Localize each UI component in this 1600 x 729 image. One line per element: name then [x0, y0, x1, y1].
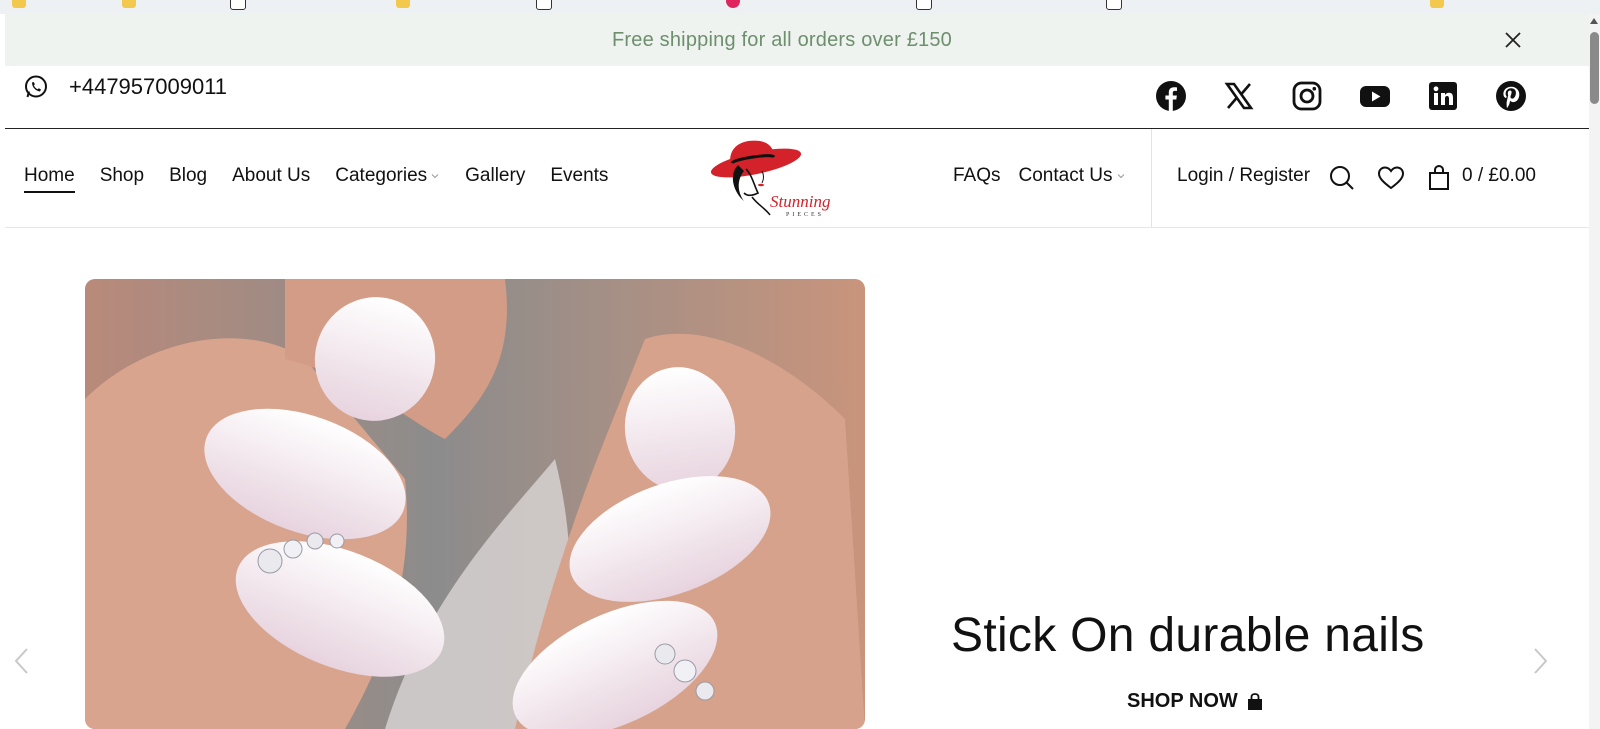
- facebook-icon[interactable]: [1155, 80, 1187, 112]
- bookmark-folder-icon[interactable]: [396, 0, 410, 8]
- nav-divider: [1151, 129, 1152, 227]
- x-icon[interactable]: [1223, 80, 1255, 112]
- scrollbar-thumb[interactable]: [1590, 32, 1599, 104]
- nav-left-menu: Home Shop Blog About Us Categories Galle…: [24, 165, 608, 193]
- chevron-down-icon: [431, 174, 439, 179]
- bookmark-page-icon[interactable]: [230, 0, 246, 10]
- shopping-bag-icon: [1247, 692, 1262, 710]
- login-register-link[interactable]: Login / Register: [1177, 165, 1310, 187]
- web-page: Free shipping for all orders over £150 +…: [5, 14, 1589, 729]
- hero-image[interactable]: [85, 279, 865, 729]
- slider-prev-arrow-icon[interactable]: [11, 646, 33, 676]
- slider-next-arrow-icon[interactable]: [1529, 646, 1551, 676]
- announcement-bar: Free shipping for all orders over £150: [5, 14, 1589, 66]
- hero-title: Stick On durable nails: [951, 609, 1425, 662]
- search-icon[interactable]: [1328, 164, 1356, 192]
- nav-item-events[interactable]: Events: [550, 165, 608, 187]
- chevron-down-icon: [1117, 174, 1124, 179]
- page-scrollbar[interactable]: [1589, 14, 1600, 729]
- cart-total[interactable]: 0 / £0.00: [1462, 165, 1536, 187]
- shop-now-button[interactable]: SHOP NOW: [1127, 690, 1264, 713]
- main-navigation: Home Shop Blog About Us Categories Galle…: [5, 129, 1589, 228]
- scroll-up-icon[interactable]: [1590, 18, 1598, 24]
- nav-label: Shop: [99, 165, 145, 186]
- instagram-icon[interactable]: [1291, 80, 1323, 112]
- logo-text: Stunning: [770, 192, 830, 211]
- nav-item-home[interactable]: Home: [24, 165, 75, 193]
- logo-subtext: PIECES: [786, 212, 824, 218]
- nav-label: FAQs: [953, 165, 1001, 186]
- site-logo[interactable]: Stunning PIECES: [708, 135, 848, 219]
- nav-label: Home: [24, 165, 75, 186]
- nav-item-about-us[interactable]: About Us: [232, 165, 310, 187]
- wishlist-heart-icon[interactable]: [1377, 164, 1405, 192]
- nav-label: Gallery: [465, 165, 526, 186]
- nav-label: Events: [550, 165, 609, 186]
- contact-bar: +447957009011: [5, 66, 1589, 129]
- nav-item-blog[interactable]: Blog: [169, 165, 207, 187]
- bookmark-folder-icon[interactable]: [122, 0, 136, 8]
- nav-item-shop[interactable]: Shop: [100, 165, 144, 187]
- phone-contact[interactable]: +447957009011: [23, 74, 227, 100]
- bookmark-page-icon[interactable]: [916, 0, 932, 10]
- bookmarks-bar: [0, 0, 1600, 14]
- nav-item-gallery[interactable]: Gallery: [465, 165, 525, 187]
- nav-label: Blog: [169, 165, 208, 186]
- social-links: [1155, 80, 1527, 112]
- nav-label: Contact Us: [1018, 165, 1113, 186]
- nav-item-contact-us[interactable]: Contact Us: [1019, 165, 1126, 187]
- close-icon[interactable]: [1501, 28, 1525, 52]
- linkedin-icon[interactable]: [1427, 80, 1459, 112]
- shop-now-label: SHOP NOW: [1127, 690, 1238, 712]
- nav-label: About Us: [232, 165, 311, 186]
- bookmark-folder-icon[interactable]: [1430, 0, 1444, 8]
- bookmark-page-icon[interactable]: [536, 0, 552, 10]
- nav-item-faqs[interactable]: FAQs: [953, 165, 1001, 187]
- phone-number: +447957009011: [69, 74, 228, 99]
- bookmark-folder-icon[interactable]: [12, 0, 26, 8]
- nav-label: Categories: [335, 165, 428, 186]
- cart-bag-icon[interactable]: [1426, 164, 1454, 192]
- youtube-icon[interactable]: [1359, 80, 1391, 112]
- nav-right-menu: FAQs Contact Us: [953, 165, 1126, 187]
- bookmark-page-icon[interactable]: [1106, 0, 1122, 10]
- announcement-text: Free shipping for all orders over £150: [611, 28, 952, 51]
- bookmark-site-icon[interactable]: [726, 0, 740, 8]
- whatsapp-icon: [25, 75, 47, 98]
- nav-item-categories[interactable]: Categories: [335, 165, 440, 187]
- pinterest-icon[interactable]: [1495, 80, 1527, 112]
